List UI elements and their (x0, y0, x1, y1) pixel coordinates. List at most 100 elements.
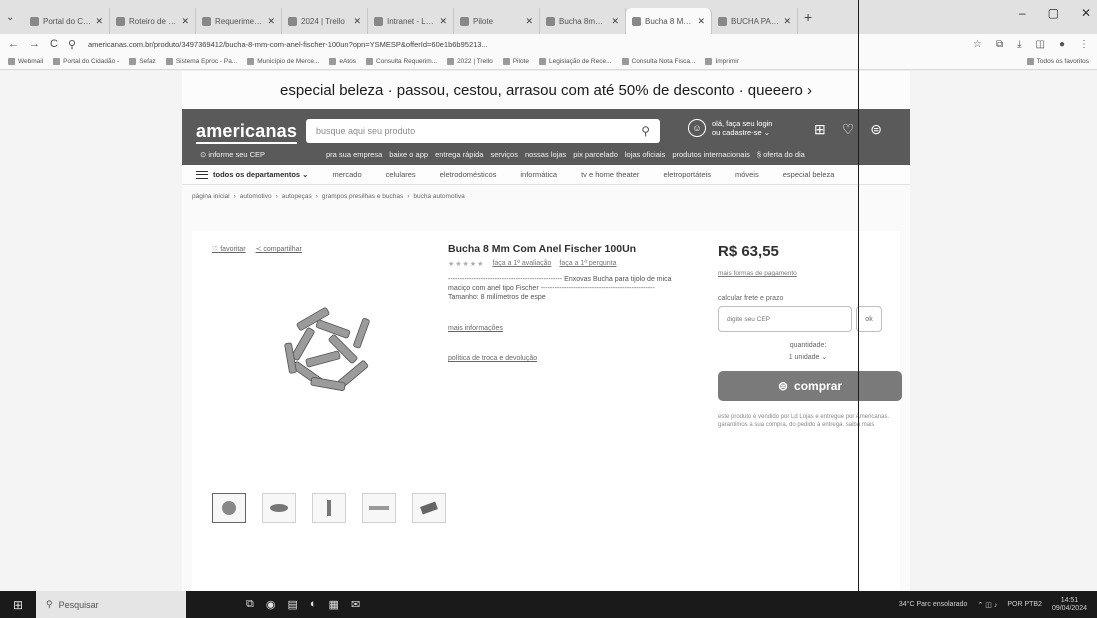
nav-link[interactable]: produtos internacionais (672, 150, 750, 159)
maximize-icon[interactable]: ▢ (1048, 6, 1059, 20)
browser-tab[interactable]: Pilote ✕ (454, 8, 540, 34)
menu-icon[interactable]: ⋮ (1079, 39, 1089, 50)
nav-link[interactable]: nossas lojas (525, 150, 566, 159)
department-link[interactable]: eletrodomésticos (440, 170, 497, 179)
breadcrumb-item[interactable]: bucha automotiva (413, 193, 464, 200)
bookmark[interactable]: Portal do Cidadão - (53, 58, 119, 65)
close-icon[interactable]: ✕ (267, 16, 275, 27)
thumbnail[interactable] (362, 493, 396, 523)
download-icon[interactable]: ⤓ (1017, 39, 1021, 50)
close-icon[interactable]: ✕ (783, 16, 791, 27)
bookmark[interactable]: Webmail (8, 58, 43, 65)
department-link[interactable]: tv e home theater (581, 170, 639, 179)
bookmark[interactable]: Pilote (502, 58, 529, 65)
nav-link[interactable]: entrega rápida (435, 150, 483, 159)
close-window-icon[interactable]: ✕ (1081, 6, 1091, 20)
nav-link[interactable]: lojas oficiais (625, 150, 665, 159)
new-tab-button[interactable]: + (804, 9, 812, 25)
url-field[interactable]: americanas.com.br/produto/3497369412/buc… (84, 39, 965, 49)
payment-options-link[interactable]: mais formas de pagamento (718, 270, 898, 277)
breadcrumb-item[interactable]: página inicial (192, 193, 230, 200)
forward-icon[interactable]: → (29, 38, 40, 51)
close-icon[interactable]: ✕ (439, 16, 447, 27)
file-explorer-icon[interactable]: ▤ (287, 598, 297, 611)
department-link[interactable]: móveis (735, 170, 759, 179)
close-icon[interactable]: ✕ (697, 16, 705, 27)
buy-button[interactable]: ⊜ comprar (718, 371, 902, 401)
chrome-icon[interactable]: ◉ (266, 598, 276, 611)
reload-icon[interactable]: C (50, 38, 58, 51)
search-icon[interactable]: ⚲ (641, 124, 650, 138)
department-link[interactable]: celulares (386, 170, 416, 179)
taskbar-search[interactable]: ⚲ Pesquisar (36, 591, 186, 618)
bookmark-star-icon[interactable]: ☆ (973, 39, 982, 50)
outlook-icon[interactable]: ✉ (351, 598, 360, 611)
nav-link[interactable]: pra sua empresa (326, 150, 382, 159)
search-input[interactable]: busque aqui seu produto ⚲ (306, 119, 660, 143)
task-view-icon[interactable]: ⧉ (246, 598, 254, 611)
browser-tab[interactable]: 2024 | Trello ✕ (282, 8, 368, 34)
extensions-icon[interactable]: ⧉ (996, 39, 1003, 50)
cep-link[interactable]: ⊙ informe seu CEP (200, 150, 265, 159)
thumbnail[interactable] (212, 493, 246, 523)
review-link[interactable]: faça a 1ª avaliação (492, 260, 551, 268)
bookmark[interactable]: Município de Merce... (247, 58, 319, 65)
close-icon[interactable]: ✕ (611, 16, 619, 27)
thumbnail[interactable] (312, 493, 346, 523)
bookmark[interactable]: Sefaz (129, 58, 156, 65)
minimize-icon[interactable]: – (1019, 6, 1026, 20)
breadcrumb-item[interactable]: grampos presilhas e buchas (322, 193, 403, 200)
department-link[interactable]: especial beleza (783, 170, 835, 179)
clock[interactable]: 14:51 09/04/2024 (1052, 597, 1087, 613)
browser-tab[interactable]: Portal do Cidadão - ✕ (24, 8, 110, 34)
close-icon[interactable]: ✕ (525, 16, 533, 27)
lists-icon[interactable]: ⊞ (814, 121, 826, 138)
heart-icon[interactable]: ♡ (842, 121, 855, 138)
department-link[interactable]: eletroportáteis (663, 170, 711, 179)
site-info-icon[interactable]: ⚲ (68, 38, 76, 51)
close-icon[interactable]: ✕ (181, 16, 189, 27)
breadcrumb-item[interactable]: autopeças (282, 193, 312, 200)
store-logo[interactable]: americanas (196, 121, 298, 144)
browser-tab[interactable]: Requerimento - Co✕ (196, 8, 282, 34)
excel-icon[interactable]: ▦ (329, 598, 339, 611)
windows-start-icon[interactable]: ⊞ (0, 591, 36, 618)
sidebar-icon[interactable]: ◫ (1036, 39, 1045, 50)
browser-tab-active[interactable]: Bucha 8 Mm Com ✕ (626, 8, 712, 34)
all-bookmarks[interactable]: Todos os favoritos (1026, 58, 1089, 65)
bookmark[interactable]: eAtos (329, 58, 356, 65)
bookmark[interactable]: Legislação de Rece... (538, 58, 612, 65)
tray-icons[interactable]: ⌃ ◫ ♪ (977, 601, 997, 609)
breadcrumb-item[interactable]: automotivo (240, 193, 272, 200)
favorite-button[interactable]: ♡ favoritar (212, 245, 246, 253)
weather-widget[interactable]: 34°C Parc ensolarado (899, 601, 968, 608)
department-link[interactable]: mercado (332, 170, 361, 179)
cep-ok-button[interactable]: ok (856, 306, 882, 332)
browser-tab[interactable]: Roteiro de Webinar ✕ (110, 8, 196, 34)
thumbnail[interactable] (412, 493, 446, 523)
browser-tab[interactable]: Bucha 8mm com an ✕ (540, 8, 626, 34)
more-info-link[interactable]: mais informações (448, 325, 503, 332)
bookmark[interactable]: Sistema Eproc - Pa... (165, 58, 237, 65)
return-policy-link[interactable]: política de troca e devolução (448, 355, 537, 362)
share-button[interactable]: ≺ compartilhar (256, 245, 302, 253)
bookmark[interactable]: 2022 | Trello (447, 58, 493, 65)
nav-link[interactable]: pix parcelado (573, 150, 618, 159)
back-icon[interactable]: ← (8, 38, 19, 51)
language-indicator[interactable]: POR PTB2 (1007, 601, 1042, 608)
profile-icon[interactable]: ● (1059, 39, 1065, 50)
bookmark[interactable]: Consulta Requerim... (366, 58, 437, 65)
browser-tab[interactable]: Intranet - Login ✕ (368, 8, 454, 34)
nav-link[interactable]: serviços (490, 150, 518, 159)
close-icon[interactable]: ✕ (353, 16, 361, 27)
nav-link[interactable]: § oferta do dia (757, 150, 805, 159)
cep-input[interactable] (718, 306, 852, 332)
tab-search-icon[interactable]: ⌄ (6, 12, 24, 23)
department-link[interactable]: informática (520, 170, 557, 179)
login-link[interactable]: ☺ olá, faça seu login ou cadastre-se ⌄ (688, 119, 772, 137)
close-icon[interactable]: ✕ (95, 16, 103, 27)
all-departments-button[interactable]: todos os departamentos ⌄ (196, 170, 308, 179)
browser-tab[interactable]: BUCHA PARA FIXO ✕ (712, 8, 798, 34)
bookmark[interactable]: Imprimir (705, 58, 739, 65)
cart-icon[interactable]: ⊜ (870, 121, 882, 138)
